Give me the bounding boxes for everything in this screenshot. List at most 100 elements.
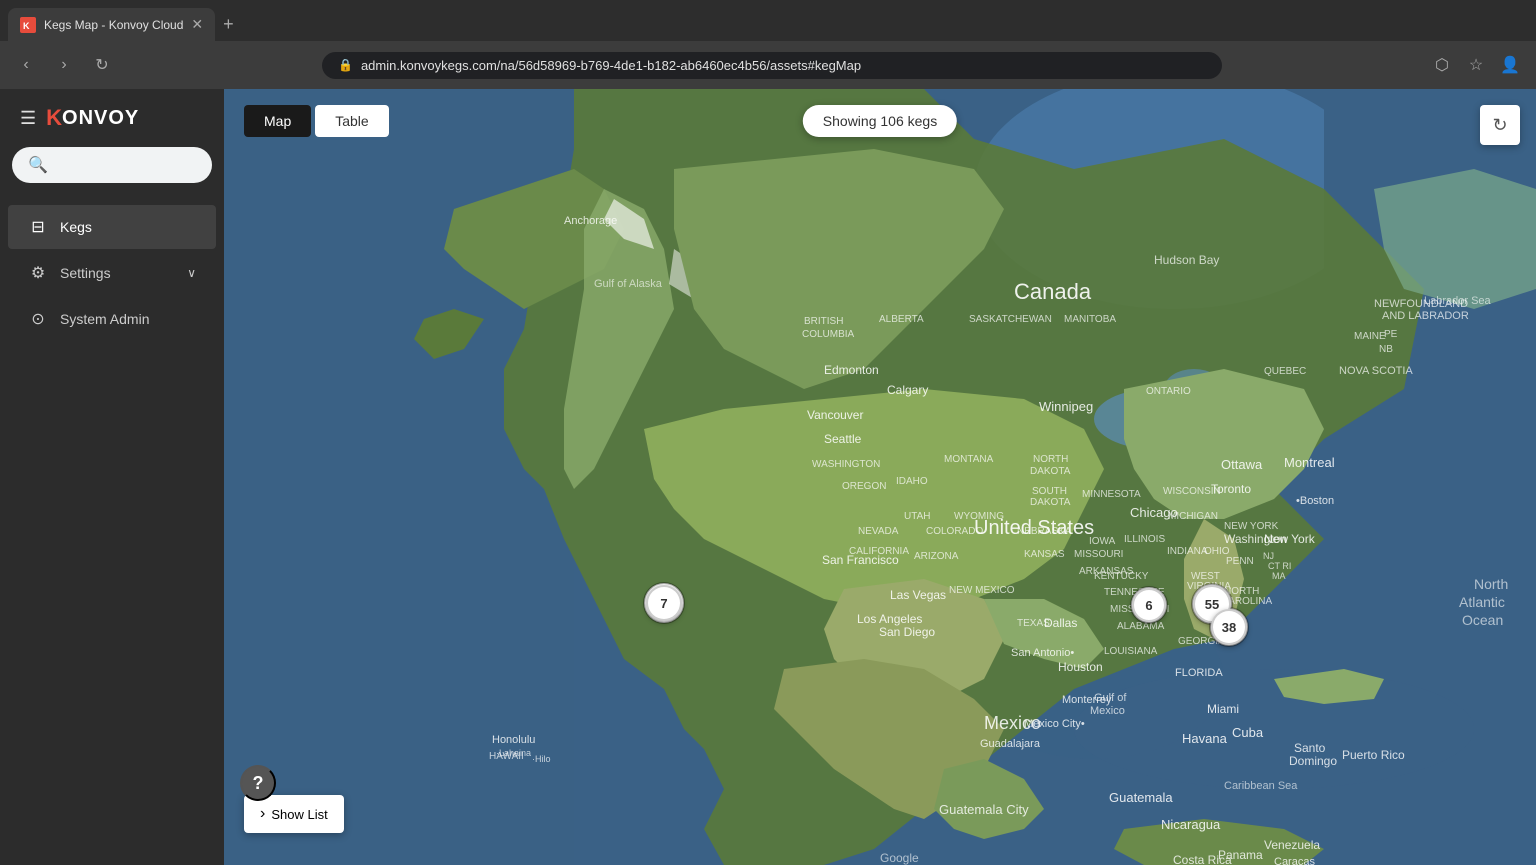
sidebar-item-system-admin-label: System Admin <box>60 311 149 327</box>
svg-text:Miami: Miami <box>1207 702 1239 716</box>
svg-text:Labrador Sea: Labrador Sea <box>1424 295 1492 307</box>
table-view-button[interactable]: Table <box>315 105 388 137</box>
svg-text:WASHINGTON: WASHINGTON <box>812 459 880 470</box>
show-list-label: Show List <box>271 807 327 822</box>
svg-text:Mexico: Mexico <box>1090 705 1125 717</box>
lock-icon: 🔒 <box>338 58 353 72</box>
svg-text:Los Angeles: Los Angeles <box>857 612 922 626</box>
svg-text:Hudson Bay: Hudson Bay <box>1154 253 1219 267</box>
svg-text:NEW MEXICO: NEW MEXICO <box>949 585 1015 596</box>
svg-text:San Diego: San Diego <box>879 625 935 639</box>
refresh-map-button[interactable]: ↻ <box>1480 105 1520 145</box>
cluster-marker-7[interactable]: 7 <box>646 585 682 621</box>
forward-button[interactable]: › <box>50 51 78 79</box>
sidebar-item-settings[interactable]: ⚙ Settings ∨ <box>8 251 216 295</box>
settings-arrow-icon: ∨ <box>187 266 196 280</box>
svg-text:SASKATCHEWAN: SASKATCHEWAN <box>969 314 1052 325</box>
tab-title: Kegs Map - Konvoy Cloud <box>44 18 183 32</box>
svg-text:SOUTH: SOUTH <box>1032 486 1067 497</box>
svg-text:ARIZONA: ARIZONA <box>914 551 959 562</box>
svg-text:ALABAMA: ALABAMA <box>1117 621 1165 632</box>
svg-text:Canada: Canada <box>1014 279 1092 304</box>
svg-text:Washington: Washington <box>1224 532 1287 546</box>
svg-text:KENTUCKY: KENTUCKY <box>1094 571 1149 582</box>
svg-text:Guadalajara: Guadalajara <box>980 738 1041 750</box>
back-button[interactable]: ‹ <box>12 51 40 79</box>
svg-text:NEVADA: NEVADA <box>858 526 899 537</box>
sidebar-item-settings-label: Settings <box>60 265 111 281</box>
global-search[interactable]: 🔍 <box>12 147 212 183</box>
svg-text:FLORIDA: FLORIDA <box>1175 667 1223 679</box>
svg-text:CALIFORNIA: CALIFORNIA <box>849 546 909 557</box>
screen-cast-button[interactable]: ⬡ <box>1428 51 1456 79</box>
svg-text:Domingo: Domingo <box>1289 754 1337 768</box>
svg-text:Santo: Santo <box>1294 741 1326 755</box>
svg-text:Gulf of: Gulf of <box>1094 692 1127 704</box>
help-button[interactable]: ? <box>240 765 276 801</box>
bookmark-button[interactable]: ☆ <box>1462 51 1490 79</box>
sidebar-header: ☰ K ONVOY <box>0 89 224 147</box>
svg-text:UTAH: UTAH <box>904 511 930 522</box>
browser-tab[interactable]: K Kegs Map - Konvoy Cloud ✕ <box>8 8 215 41</box>
tab-close-button[interactable]: ✕ <box>191 16 203 33</box>
svg-text:MAINE: MAINE <box>1354 331 1386 342</box>
chevron-right-icon: › <box>260 805 265 823</box>
map-view-button[interactable]: Map <box>244 105 311 137</box>
svg-text:INDIANA: INDIANA <box>1167 546 1208 557</box>
svg-text:CT RI: CT RI <box>1268 561 1291 571</box>
svg-text:Anchorage: Anchorage <box>564 215 617 227</box>
svg-text:MINNESOTA: MINNESOTA <box>1082 489 1141 500</box>
search-icon: 🔍 <box>28 155 48 175</box>
sidebar-item-system-admin[interactable]: ⊙ System Admin <box>8 297 216 341</box>
svg-text:Ottawa: Ottawa <box>1221 457 1263 472</box>
svg-text:Cuba: Cuba <box>1232 725 1264 740</box>
svg-text:NEW YORK: NEW YORK <box>1224 521 1279 532</box>
svg-text:COLORADO: COLORADO <box>926 526 983 537</box>
svg-text:San Antonio•: San Antonio• <box>1011 647 1074 659</box>
reload-button[interactable]: ↻ <box>88 51 116 79</box>
map-container[interactable]: Canada United States Mexico BRITISH COLU… <box>224 89 1536 865</box>
svg-text:NORTH: NORTH <box>1033 454 1068 465</box>
svg-text:TEXAS: TEXAS <box>1017 618 1050 629</box>
profile-button[interactable]: 👤 <box>1496 51 1524 79</box>
main-content: Map Table Showing 106 kegs ↻ <box>224 89 1536 865</box>
tab-favicon: K <box>20 17 36 33</box>
svg-text:DAKOTA: DAKOTA <box>1030 466 1071 477</box>
svg-text:Puerto Rico: Puerto Rico <box>1342 748 1405 762</box>
sidebar-item-kegs-label: Kegs <box>60 219 92 235</box>
svg-text:•Boston: •Boston <box>1296 495 1334 507</box>
url-input[interactable] <box>361 58 1206 73</box>
svg-text:Caribbean Sea: Caribbean Sea <box>1224 780 1298 792</box>
svg-text:K: K <box>23 21 30 31</box>
svg-text:MANITOBA: MANITOBA <box>1064 314 1116 325</box>
svg-text:·: · <box>492 731 495 742</box>
logo-text: ONVOY <box>62 107 139 130</box>
new-tab-button[interactable]: + <box>215 10 242 39</box>
settings-icon: ⚙ <box>28 263 48 283</box>
search-input[interactable] <box>56 157 237 173</box>
svg-text:Guatemala: Guatemala <box>1109 790 1173 805</box>
svg-text:Gulf of Alaska: Gulf of Alaska <box>594 278 663 290</box>
cluster-marker-6[interactable]: 6 <box>1132 588 1166 622</box>
svg-text:COLUMBIA: COLUMBIA <box>802 329 855 340</box>
svg-text:PE: PE <box>1384 329 1398 340</box>
svg-text:MISSOURI: MISSOURI <box>1074 549 1123 560</box>
svg-text:Winnipeg: Winnipeg <box>1039 399 1093 414</box>
address-bar[interactable]: 🔒 <box>322 52 1222 79</box>
svg-text:IOWA: IOWA <box>1089 536 1116 547</box>
cluster-marker-38[interactable]: 38 <box>1211 609 1247 645</box>
svg-text:Montreal: Montreal <box>1284 455 1335 470</box>
svg-text:QUEBEC: QUEBEC <box>1264 366 1306 377</box>
hamburger-menu-icon[interactable]: ☰ <box>20 108 36 129</box>
svg-text:BRITISH: BRITISH <box>804 316 843 327</box>
sidebar: ☰ K ONVOY 🔍 ⊟ Kegs ⚙ Settings ∨ <box>0 89 224 865</box>
svg-text:Calgary: Calgary <box>887 383 928 397</box>
svg-text:Nicaragua: Nicaragua <box>1161 817 1221 832</box>
svg-text:Mexico City•: Mexico City• <box>1024 718 1085 730</box>
sidebar-item-kegs[interactable]: ⊟ Kegs <box>8 205 216 249</box>
help-icon: ? <box>253 773 264 794</box>
svg-text:Google: Google <box>880 851 919 865</box>
svg-text:Guatemala City: Guatemala City <box>939 802 1029 817</box>
svg-text:IDAHO: IDAHO <box>896 476 928 487</box>
svg-text:North: North <box>1474 576 1508 592</box>
